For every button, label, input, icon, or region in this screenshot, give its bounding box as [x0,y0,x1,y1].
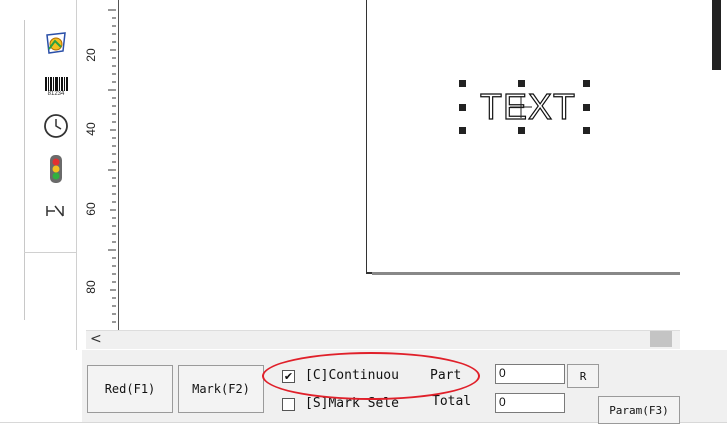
ruler-label-20: 20 [84,48,98,62]
selection-handle-top-right[interactable] [583,80,590,87]
total-field[interactable]: 0 [495,393,565,413]
selection-handle-mid-left[interactable] [459,104,466,111]
reset-button[interactable]: R [567,364,599,388]
page-shadow [372,272,680,275]
mark-button[interactable]: Mark(F2) [178,365,264,413]
toolbar-divider [24,252,76,253]
selection-handle-bottom-left[interactable] [459,127,466,134]
work-page[interactable] [366,0,681,274]
ruler-label-80: 80 [84,280,98,294]
part-field[interactable]: 0 [495,364,565,384]
selection-handle-bottom-mid[interactable] [518,127,525,134]
barcode-icon[interactable]: 81234 [38,74,74,100]
scrollbar-thumb[interactable] [650,331,672,347]
total-label: Total [432,394,472,409]
selection-handle-bottom-right[interactable] [583,127,590,134]
ruler-label-40: 40 [84,122,98,136]
horizontal-scrollbar[interactable] [86,330,680,349]
traffic-light-icon[interactable] [38,152,74,186]
barcode-caption: 81234 [47,90,65,97]
annotation-highlight [262,352,480,400]
red-button[interactable]: Red(F1) [87,365,173,413]
right-edge-bar [712,0,721,70]
center-cross-icon [510,96,532,118]
shape-tool-icon[interactable] [38,28,74,60]
toolbar-border [76,0,77,350]
selection-handle-top-left[interactable] [459,80,466,87]
param-button[interactable]: Param(F3) [598,396,680,424]
clock-icon[interactable] [38,110,74,142]
ruler-tool-icon[interactable] [38,198,74,224]
ruler-label-60: 60 [84,202,98,216]
scroll-left-arrow[interactable]: < [90,331,104,347]
toolbar-separator [24,20,25,320]
mark-select-checkbox[interactable] [282,398,295,411]
selection-handle-mid-right[interactable] [583,104,590,111]
